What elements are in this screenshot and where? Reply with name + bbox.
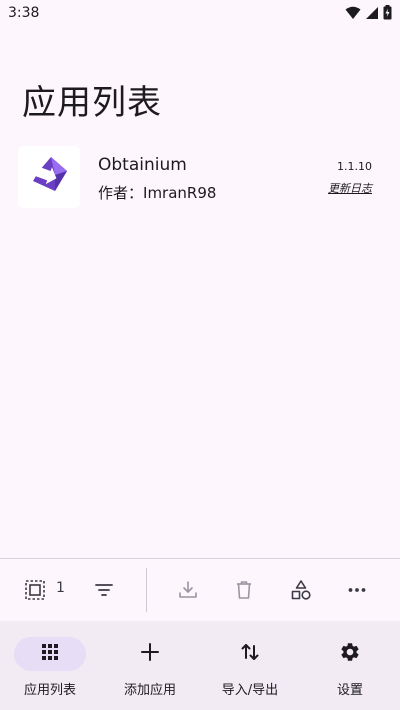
nav-label-settings: 设置	[336, 683, 363, 698]
select-all-icon[interactable]	[22, 577, 48, 603]
nav-icon-container	[114, 637, 186, 671]
wifi-icon	[345, 6, 361, 20]
nav-item-add-app[interactable]: 添加应用	[100, 621, 200, 710]
nav-item-import-export[interactable]: 导入/导出	[200, 621, 300, 710]
delete-icon[interactable]	[231, 577, 257, 603]
status-icons	[345, 5, 392, 20]
nav-active-indicator	[14, 637, 86, 671]
bottom-navigation: 应用列表 添加应用 导入/导出 设置	[0, 621, 400, 710]
add-icon	[140, 642, 160, 666]
author-prefix: 作者：	[98, 184, 144, 202]
status-time: 3:38	[8, 5, 40, 21]
import-export-icon	[239, 641, 261, 667]
nav-label-import-export: 导入/导出	[221, 683, 279, 698]
shapes-icon[interactable]	[288, 577, 314, 603]
more-horiz-icon[interactable]	[344, 577, 370, 603]
status-bar: 3:38	[0, 0, 400, 28]
toolbar-separator	[146, 568, 147, 612]
app-version: 1.1.10	[337, 160, 372, 173]
app-author-row: 作者：ImranR98	[98, 182, 216, 203]
app-list-item[interactable]: Obtainium 作者：ImranR98 1.1.10 更新日志	[0, 140, 400, 212]
nav-icon-container	[314, 637, 386, 671]
app-icon	[18, 146, 80, 208]
page-title: 应用列表	[22, 83, 162, 123]
selected-count: 1	[56, 580, 65, 596]
app-name: Obtainium	[98, 155, 187, 175]
nav-item-app-list[interactable]: 应用列表	[0, 621, 100, 710]
cell-signal-icon	[365, 6, 379, 20]
battery-charging-icon	[383, 5, 392, 20]
settings-icon	[339, 641, 361, 667]
download-icon[interactable]	[175, 577, 201, 603]
nav-item-settings[interactable]: 设置	[300, 621, 400, 710]
changelog-link[interactable]: 更新日志	[328, 180, 372, 196]
nav-label-add-app: 添加应用	[123, 683, 176, 698]
obtainium-logo-icon	[29, 155, 69, 199]
selection-toolbar: 1	[0, 559, 400, 621]
nav-label-app-list: 应用列表	[23, 683, 76, 698]
filter-icon[interactable]	[91, 577, 117, 603]
app-author: ImranR98	[143, 184, 217, 202]
apps-grid-icon	[40, 642, 60, 666]
nav-icon-container	[214, 637, 286, 671]
